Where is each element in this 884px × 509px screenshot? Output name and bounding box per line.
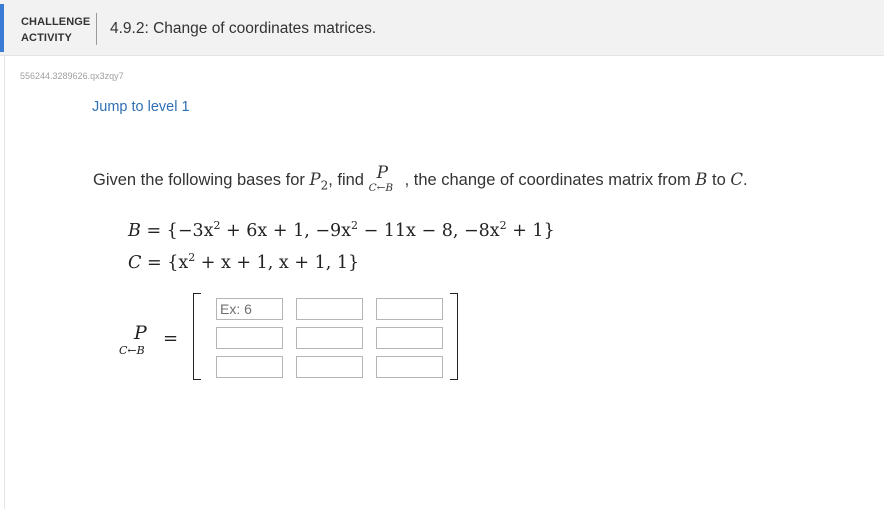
matrix-symbol-letter: P: [376, 163, 389, 183]
matrix-cell-r3c1[interactable]: [216, 356, 283, 378]
matrix-cell-r1c1[interactable]: [216, 298, 283, 320]
activity-type-badge: CHALLENGE ACTIVITY: [21, 14, 90, 46]
basis-B-rhs-2: + 6x + 1, −9x: [220, 221, 351, 241]
basis-B-label: B: [128, 221, 141, 241]
matrix-cell-r2c2[interactable]: [296, 327, 363, 349]
question-id: 556244.3289626.qx3zqy7: [20, 71, 124, 81]
matrix-cell-r3c2[interactable]: [296, 356, 363, 378]
matrix-cell-r2c3[interactable]: [376, 327, 443, 349]
activity-title: 4.9.2: Change of coordinates matrices.: [110, 20, 377, 37]
space-symbol: P: [309, 170, 321, 189]
basis-to-symbol: C: [730, 170, 743, 189]
basis-C-rhs-2: + x + 1, x + 1, 1}: [195, 253, 360, 273]
basis-C-label: C: [128, 253, 142, 273]
basis-B-rhs-6: + 1}: [506, 221, 555, 241]
header-divider: [96, 13, 97, 45]
question-prompt: Given the following bases for P2, find P…: [93, 163, 748, 194]
basis-from-symbol: B: [695, 170, 708, 189]
jump-to-level-link[interactable]: Jump to level 1: [92, 99, 190, 115]
badge-line-1: CHALLENGE: [21, 16, 91, 28]
matrix-cell-r3c3[interactable]: [376, 356, 443, 378]
basis-C-equation: C = {x2 + x + 1, x + 1, 1}: [128, 252, 360, 273]
matrix-cell-r2c1[interactable]: [216, 327, 283, 349]
matrix-right-bracket: [450, 293, 458, 380]
basis-B-equation: B = {−3x2 + 6x + 1, −9x2 − 11x − 8, −8x2…: [128, 219, 555, 241]
prompt-text-5: .: [743, 171, 748, 189]
prompt-text-3: , the change of coordinates matrix from: [404, 171, 696, 189]
matrix-lhs-symbol: P: [134, 322, 147, 344]
matrix-cell-r1c3[interactable]: [376, 298, 443, 320]
basis-B-rhs-4: − 11x − 8, −8x: [358, 221, 500, 241]
prompt-text-1: Given the following bases for: [93, 171, 310, 189]
basis-B-rhs-0: = {−3x: [146, 221, 214, 241]
matrix-lhs-subscript: C←B: [119, 344, 145, 357]
basis-B-exp-5: 2: [499, 219, 507, 232]
activity-header: CHALLENGE ACTIVITY 4.9.2: Change of coor…: [0, 0, 884, 56]
basis-B-exp-3: 2: [351, 219, 358, 232]
prompt-text-2: , find: [328, 171, 369, 189]
matrix-equals-sign: =: [163, 328, 179, 349]
matrix-symbol-subscript: C←B: [368, 182, 394, 194]
matrix-left-bracket: [193, 293, 201, 380]
matrix-cell-r1c2[interactable]: [296, 298, 363, 320]
header-accent-bar: [0, 4, 4, 52]
matrix-symbol-inline: P C←B: [369, 163, 405, 194]
basis-C-rhs-0: = {x: [146, 253, 189, 273]
matrix-lhs-label: P C←B =: [119, 322, 179, 362]
prompt-text-4: to: [707, 171, 731, 189]
badge-line-2: ACTIVITY: [21, 32, 72, 44]
content-left-border: [4, 55, 5, 509]
